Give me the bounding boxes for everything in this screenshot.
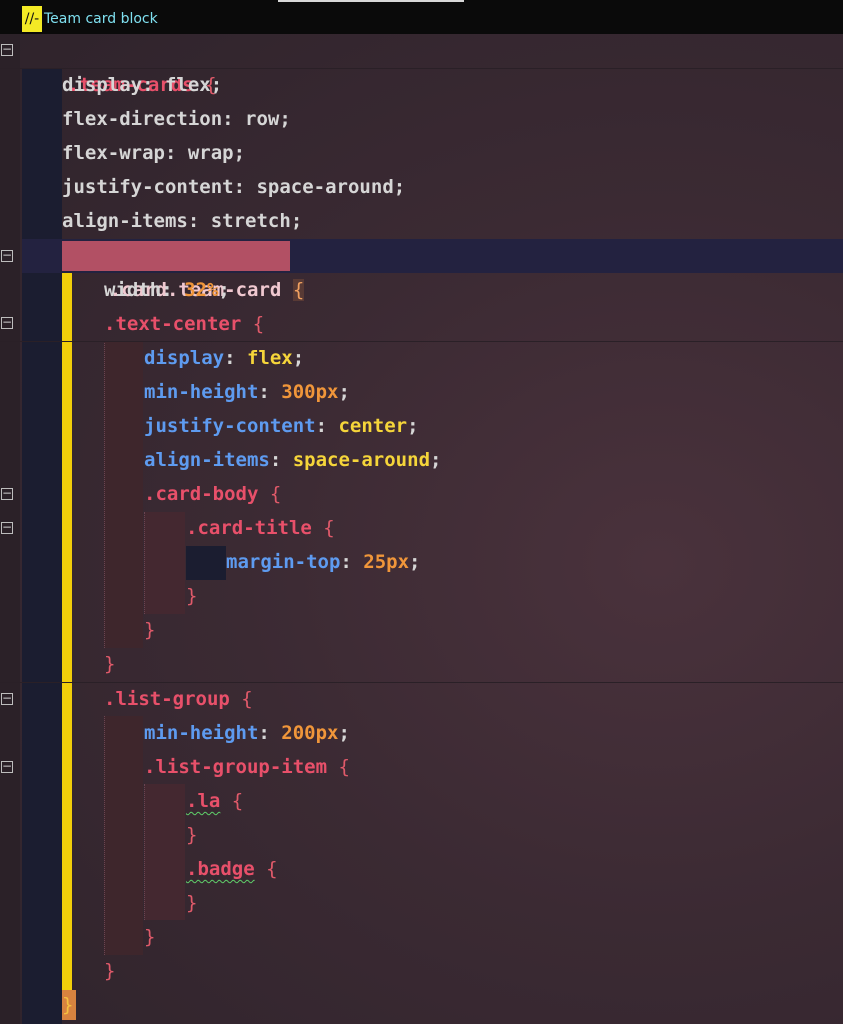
code-line[interactable]: justify-content: space-around;: [62, 170, 405, 204]
scroll-indicator: [278, 0, 464, 2]
close-brace: }: [62, 994, 74, 1016]
css-value: wrap: [187, 142, 234, 164]
css-property: width: [104, 279, 162, 301]
code-line[interactable]: .card-title {: [186, 511, 335, 545]
close-brace: }: [104, 960, 116, 982]
code-line[interactable]: display: flex;: [144, 341, 304, 375]
indent-guide-level-5: [186, 546, 226, 580]
css-value: 300px: [281, 381, 339, 403]
top-bar: //- Team card block: [0, 0, 843, 34]
indent-guide-level-2: [62, 273, 72, 990]
css-property: display: [62, 74, 143, 96]
css-property: min-height: [144, 381, 259, 403]
css-selector: .la: [186, 790, 221, 812]
code-line[interactable]: .badge {: [186, 852, 278, 886]
collapse-minus-icon[interactable]: −: [1, 249, 13, 262]
code-line[interactable]: flex-direction: row;: [62, 102, 291, 136]
css-property: margin-top: [226, 551, 341, 573]
css-property: align-items: [62, 210, 188, 232]
code-line[interactable]: display: flex;: [62, 68, 222, 102]
css-property: justify-content: [62, 176, 234, 198]
code-line[interactable]: .card.team-card {: [64, 239, 305, 301]
collapse-minus-icon[interactable]: −: [1, 521, 13, 534]
open-brace: {: [323, 517, 335, 539]
css-value: 200px: [281, 722, 339, 744]
collapse-minus-icon[interactable]: −: [1, 760, 13, 773]
code-line[interactable]: }: [104, 954, 115, 988]
close-brace: }: [186, 824, 198, 846]
code-line[interactable]: }: [62, 988, 73, 1022]
code-line[interactable]: .card-body {: [144, 477, 281, 511]
open-brace: {: [292, 279, 305, 301]
code-line[interactable]: .la {: [186, 784, 243, 818]
code-line[interactable]: }: [186, 579, 197, 613]
css-value: center: [338, 415, 408, 437]
css-selector: .list-group: [104, 688, 230, 710]
code-line[interactable]: }: [144, 613, 155, 647]
collapse-minus-icon[interactable]: −: [1, 43, 13, 56]
open-brace: {: [338, 756, 350, 778]
css-value: flex: [246, 347, 293, 369]
collapse-minus-icon[interactable]: −: [1, 692, 13, 705]
css-property: flex-wrap: [62, 142, 165, 164]
css-property: justify-content: [144, 415, 316, 437]
close-brace: }: [186, 585, 198, 607]
css-selector: .list-group-item: [144, 756, 328, 778]
open-brace: {: [252, 313, 265, 335]
code-line[interactable]: .team-cards {: [22, 34, 217, 96]
indent-guide-level-1: [22, 68, 62, 1024]
css-selector: .text-center: [104, 313, 242, 335]
collapse-minus-icon[interactable]: −: [1, 487, 13, 500]
line-separator: [0, 341, 843, 342]
code-line[interactable]: flex-wrap: wrap;: [62, 136, 245, 170]
css-value: 25px: [363, 551, 410, 573]
comment-marker: //-: [22, 6, 42, 32]
close-brace: }: [104, 653, 116, 675]
open-brace: {: [269, 483, 282, 505]
css-value: flex: [164, 74, 211, 96]
indent-guide-level-4: [144, 512, 185, 614]
css-value: row: [245, 108, 280, 130]
close-brace: }: [144, 619, 156, 641]
indent-guide-level-3: [104, 716, 143, 955]
close-brace: }: [186, 892, 198, 914]
code-line[interactable]: margin-top: 25px;: [226, 545, 421, 579]
css-property: display: [144, 347, 225, 369]
code-line[interactable]: .text-center {: [104, 307, 264, 341]
close-brace: }: [144, 926, 156, 948]
open-brace: {: [266, 858, 278, 880]
code-line[interactable]: .list-group {: [104, 682, 253, 716]
css-property: align-items: [144, 449, 270, 471]
css-value: space-around: [256, 176, 394, 198]
code-line[interactable]: min-height: 300px;: [144, 375, 350, 409]
collapse-minus-icon[interactable]: −: [1, 316, 13, 329]
code-line[interactable]: }: [144, 920, 155, 954]
code-line[interactable]: align-items: space-around;: [144, 443, 441, 477]
indent-guide-level-3: [104, 341, 143, 648]
code-line[interactable]: }: [186, 818, 197, 852]
css-property: flex-direction: [62, 108, 223, 130]
code-line[interactable]: .list-group-item {: [144, 750, 350, 784]
open-brace: {: [231, 790, 244, 812]
css-selector: .card-title: [186, 517, 312, 539]
indent-guide-level-4: [144, 784, 185, 920]
css-property: min-height: [144, 722, 259, 744]
css-value: space-around: [292, 449, 431, 471]
code-line[interactable]: align-items: stretch;: [62, 204, 302, 238]
code-line[interactable]: min-height: 200px;: [144, 716, 350, 750]
code-line[interactable]: width: 32%;: [104, 273, 230, 307]
open-brace: {: [241, 688, 253, 710]
code-line[interactable]: }: [104, 647, 115, 681]
css-selector: .card-body: [144, 483, 259, 505]
css-value: 32%: [184, 279, 219, 301]
code-editor[interactable]: //- Team card block − − − − − − − .team-…: [0, 0, 843, 1024]
comment-title: Team card block: [44, 11, 158, 27]
code-line[interactable]: justify-content: center;: [144, 409, 419, 443]
css-value: stretch: [210, 210, 291, 232]
code-line[interactable]: }: [186, 886, 197, 920]
css-selector: .badge: [186, 858, 255, 880]
